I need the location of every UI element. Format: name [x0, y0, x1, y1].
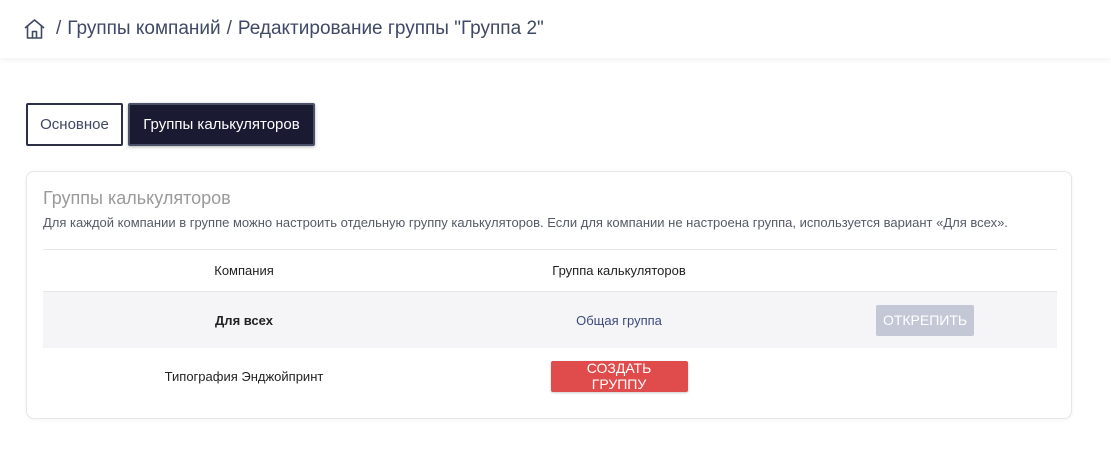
table-row: Типография Энджойпринт СОЗДАТЬ ГРУППУ: [43, 348, 1057, 404]
tabs: Основное Группы калькуляторов: [26, 103, 315, 146]
group-cell: Общая группа: [445, 313, 793, 328]
action-cell: ОТКРЕПИТЬ: [793, 304, 1057, 336]
card-title: Группы калькуляторов: [43, 188, 231, 208]
column-header-company: Компания: [214, 263, 274, 278]
breadcrumb-item-company-groups[interactable]: Группы компаний: [67, 18, 220, 40]
detach-button[interactable]: ОТКРЕПИТЬ: [876, 304, 974, 336]
group-link[interactable]: Общая группа: [576, 313, 662, 328]
create-group-button[interactable]: СОЗДАТЬ ГРУППУ: [550, 360, 688, 392]
top-bar: / Группы компаний / Редактирование групп…: [0, 0, 1111, 58]
calculator-groups-table: Компания Группа калькуляторов Для всех О…: [43, 250, 1057, 404]
breadcrumb: / Группы компаний / Редактирование групп…: [23, 18, 544, 40]
breadcrumb-item-current: Редактирование группы "Группа 2": [237, 18, 544, 39]
card-description: Для каждой компании в группе можно настр…: [43, 215, 1008, 230]
company-cell: Типография Энджойпринт: [164, 368, 324, 384]
home-icon[interactable]: [23, 18, 46, 40]
column-header-calculator-group: Группа калькуляторов: [552, 263, 686, 278]
company-cell: Для всех: [215, 312, 273, 328]
calculator-groups-card: Группы калькуляторов Для каждой компании…: [26, 171, 1072, 419]
breadcrumb-separator: /: [226, 18, 232, 39]
tab-main[interactable]: Основное: [26, 103, 123, 146]
tab-calculator-groups[interactable]: Группы калькуляторов: [128, 103, 315, 146]
table-row: Для всех Общая группа ОТКРЕПИТЬ: [43, 292, 1057, 348]
group-cell: СОЗДАТЬ ГРУППУ: [445, 360, 793, 392]
breadcrumb-separator: /: [56, 18, 62, 39]
table-header-row: Компания Группа калькуляторов: [43, 250, 1057, 292]
